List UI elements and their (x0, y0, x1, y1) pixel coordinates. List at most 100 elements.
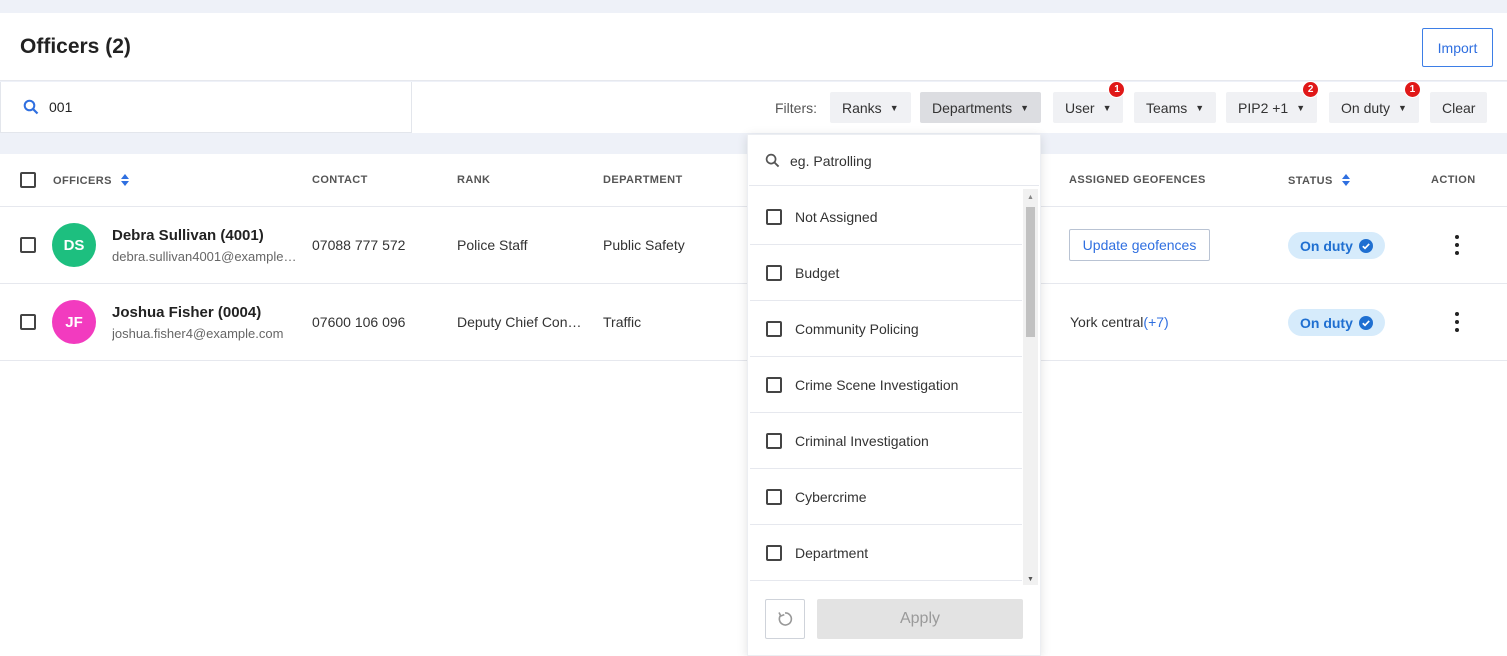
officer-department: Traffic (603, 314, 642, 330)
column-officers[interactable]: OFFICERS (53, 174, 130, 187)
department-option[interactable]: Community Policing (750, 301, 1022, 357)
geofence-name: York central (1070, 314, 1144, 330)
option-label: Crime Scene Investigation (795, 376, 959, 393)
department-option[interactable]: Not Assigned (750, 189, 1022, 245)
option-checkbox[interactable] (766, 320, 782, 337)
status-label: On duty (1300, 237, 1353, 254)
caret-down-icon: ▼ (1102, 102, 1112, 113)
status-label: On duty (1300, 314, 1353, 331)
reset-button[interactable] (765, 599, 805, 639)
column-status-label: STATUS (1288, 175, 1333, 187)
search-icon (765, 153, 780, 168)
filter-departments-label: Departments (932, 99, 1013, 116)
officer-rank: Deputy Chief Constable (457, 314, 587, 330)
option-checkbox[interactable] (766, 544, 782, 561)
officer-email: joshua.fisher4@example.com (112, 326, 284, 341)
search-icon (23, 99, 39, 115)
option-label: Not Assigned (795, 208, 878, 225)
top-strip (0, 0, 1507, 13)
option-label: Budget (795, 264, 840, 281)
filter-user[interactable]: User ▼ 1 (1053, 81, 1126, 123)
scroll-down-icon[interactable]: ▼ (1027, 576, 1034, 583)
officer-contact: 07600 106 096 (312, 314, 406, 330)
scroll-thumb[interactable] (1026, 207, 1035, 337)
caret-down-icon: ▼ (1296, 102, 1306, 113)
department-list: Not Assigned Budget Community Policing C… (750, 189, 1022, 581)
filter-status[interactable]: On duty ▼ 1 (1329, 81, 1421, 123)
row-checkbox[interactable] (20, 314, 36, 330)
option-checkbox[interactable] (766, 264, 782, 281)
filter-pip-label: PIP2 +1 (1238, 99, 1289, 116)
option-checkbox[interactable] (766, 488, 782, 505)
import-button[interactable]: Import (1422, 28, 1493, 67)
kebab-icon[interactable] (1450, 235, 1464, 255)
option-label: Criminal Investigation (795, 432, 929, 449)
department-option[interactable]: Crime Scene Investigation (750, 357, 1022, 413)
sort-icon (1342, 174, 1351, 186)
caret-down-icon: ▼ (1195, 102, 1205, 113)
filter-status-label: On duty (1341, 99, 1391, 116)
officer-geofences: York central(+7) (1070, 314, 1169, 330)
search-value: 001 (49, 99, 73, 115)
caret-down-icon: ▼ (889, 102, 899, 113)
reset-icon (778, 612, 793, 626)
avatar: JF (52, 300, 96, 344)
officer-rank: Police Staff (457, 237, 528, 253)
department-option[interactable]: Budget (750, 245, 1022, 301)
filter-ranks-label: Ranks (842, 99, 882, 116)
column-contact: CONTACT (312, 174, 368, 186)
dropdown-scrollbar[interactable]: ▲ ▼ (1023, 189, 1038, 585)
scroll-up-icon[interactable]: ▲ (1027, 194, 1034, 201)
caret-down-icon: ▼ (1398, 102, 1407, 113)
kebab-icon[interactable] (1450, 312, 1464, 332)
option-checkbox[interactable] (766, 432, 782, 449)
officer-contact: 07088 777 572 (312, 237, 406, 253)
select-all-checkbox[interactable] (20, 172, 36, 188)
sort-icon (121, 174, 130, 186)
filter-ranks[interactable]: Ranks ▼ (830, 92, 911, 123)
option-checkbox[interactable] (766, 376, 782, 393)
dropdown-footer: Apply (749, 585, 1039, 655)
officer-name[interactable]: Debra Sullivan (4001) (112, 227, 264, 244)
clear-filters-button[interactable]: Clear (1430, 92, 1488, 123)
department-option[interactable]: Department (750, 525, 1022, 581)
option-label: Department (795, 544, 869, 561)
column-rank: RANK (457, 174, 491, 186)
filter-user-label: User (1065, 99, 1095, 116)
filter-status-badge: 1 (1403, 81, 1421, 98)
department-search-input[interactable]: eg. Patrolling (749, 136, 1039, 186)
option-label: Community Policing (795, 320, 919, 337)
filter-pip[interactable]: PIP2 +1 ▼ 2 (1226, 81, 1320, 123)
option-label: Cybercrime (795, 488, 867, 505)
officer-email: debra.sullivan4001@example.com (112, 249, 297, 264)
row-checkbox[interactable] (20, 237, 36, 253)
page-header: Officers (2) Import (0, 13, 1507, 81)
filter-teams[interactable]: Teams ▼ (1134, 92, 1217, 123)
column-geofences: ASSIGNED GEOFENCES (1069, 174, 1206, 186)
column-officers-label: OFFICERS (53, 175, 112, 187)
departments-dropdown: eg. Patrolling Not Assigned Budget Commu… (747, 134, 1041, 656)
update-geofences-button[interactable]: Update geofences (1069, 229, 1210, 261)
geofence-more-link[interactable]: (+7) (1143, 314, 1168, 330)
avatar: DS (52, 223, 96, 267)
apply-button[interactable]: Apply (817, 599, 1023, 639)
filter-pip-badge: 2 (1302, 81, 1320, 98)
page-title: Officers (2) (20, 35, 131, 58)
column-status[interactable]: STATUS (1288, 174, 1351, 187)
filter-user-badge: 1 (1108, 81, 1126, 98)
column-action: ACTION (1431, 174, 1476, 186)
officer-name[interactable]: Joshua Fisher (0004) (112, 304, 261, 321)
check-circle-icon (1358, 315, 1373, 330)
filter-departments[interactable]: Departments ▼ (920, 92, 1042, 123)
option-checkbox[interactable] (766, 208, 782, 225)
status-badge: On duty (1288, 232, 1385, 259)
filter-bar: 001 Filters: Ranks ▼ Departments ▼ User … (0, 81, 1507, 133)
search-input[interactable]: 001 (0, 82, 412, 133)
filters-label: Filters: (775, 100, 817, 116)
check-circle-icon (1358, 238, 1373, 253)
department-option[interactable]: Cybercrime (750, 469, 1022, 525)
department-option[interactable]: Criminal Investigation (750, 413, 1022, 469)
status-badge: On duty (1288, 309, 1385, 336)
officer-department: Public Safety (603, 237, 685, 253)
department-search-placeholder: eg. Patrolling (790, 152, 872, 169)
